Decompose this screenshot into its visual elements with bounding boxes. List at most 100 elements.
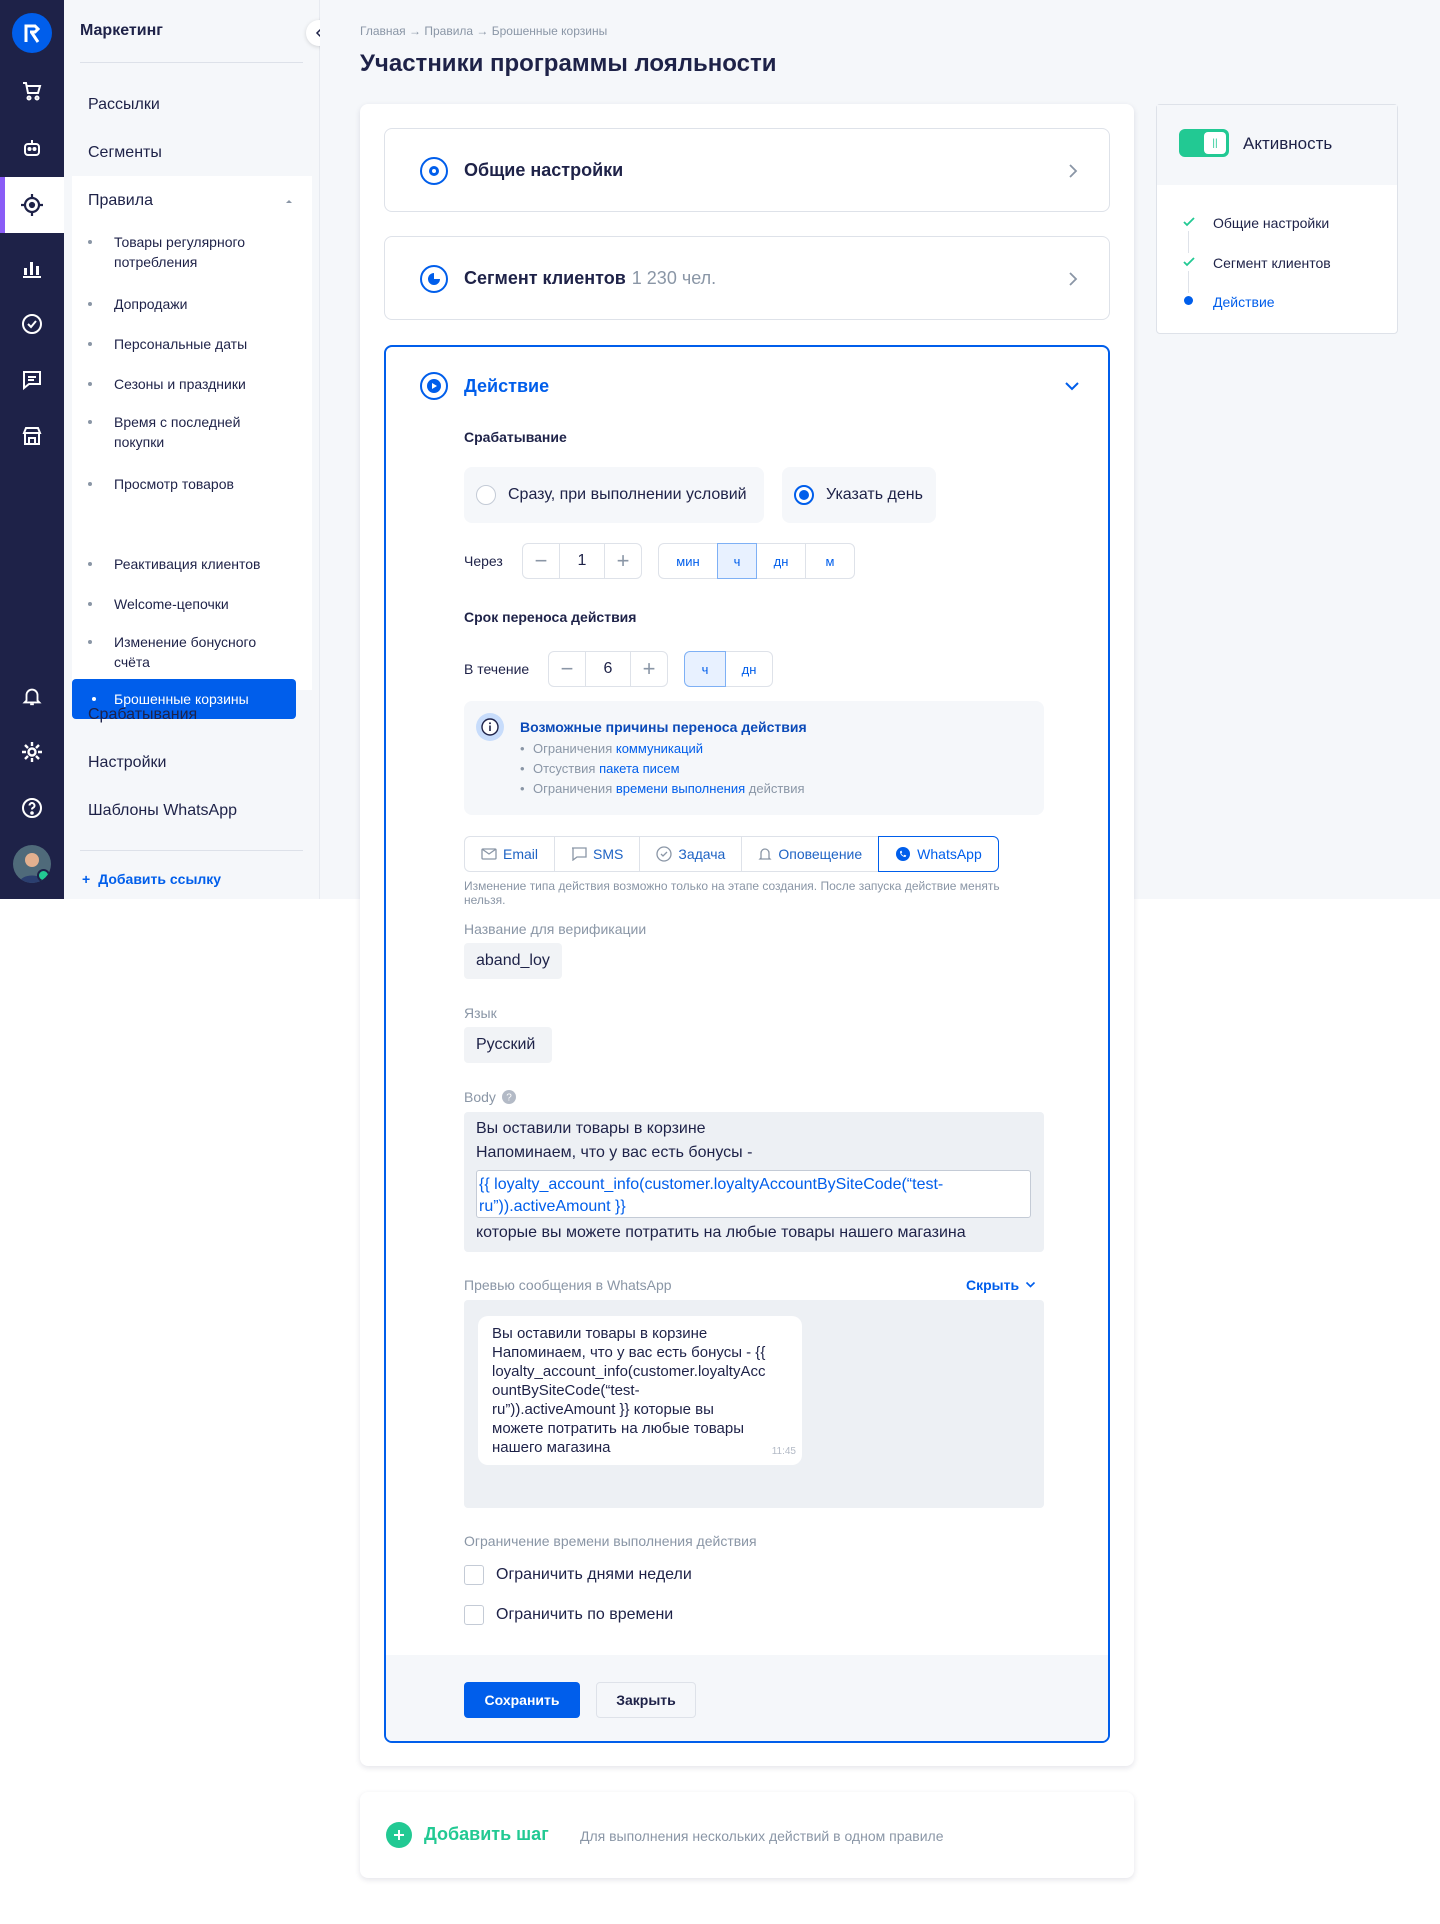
avatar[interactable] [13, 845, 51, 883]
unit-hour-selected[interactable]: ч [684, 651, 726, 687]
chart-icon[interactable] [0, 240, 64, 296]
whatsapp-icon [896, 847, 911, 861]
target-icon[interactable] [0, 177, 64, 233]
check-circle-icon[interactable] [0, 296, 64, 352]
pie-chart-icon [420, 265, 448, 293]
unit-day[interactable]: дн [725, 651, 773, 687]
help-icon[interactable] [0, 780, 64, 836]
nav-item-segments[interactable]: Сегменты [88, 144, 162, 162]
trigger-day-radio[interactable]: Указать день [782, 467, 936, 523]
limit-time-checkbox[interactable] [464, 1605, 484, 1625]
chevron-down-icon[interactable] [1064, 380, 1080, 392]
general-settings-section[interactable]: Общие настройки [384, 128, 1110, 212]
logo-icon[interactable] [12, 13, 52, 53]
sub-item-personal-dates[interactable]: Персональные даты [88, 334, 288, 354]
unit-hour-selected[interactable]: ч [717, 543, 757, 579]
sub-item-since-purchase[interactable]: Время с последней покупки [88, 412, 288, 452]
unit-month[interactable]: м [805, 543, 855, 579]
checkbox-label: Ограничить по времени [496, 1606, 674, 1623]
info-link[interactable]: времени выполнения [616, 781, 745, 796]
segment-count: 1 230 чел. [631, 268, 717, 288]
tab-whatsapp-selected[interactable]: WhatsApp [878, 836, 999, 872]
nav-item-mailings[interactable]: Рассылки [88, 96, 160, 114]
sub-item-bonus-change[interactable]: Изменение бонусного счёта [88, 632, 288, 672]
save-button[interactable]: Сохранить [464, 1682, 580, 1718]
tab-notification[interactable]: Оповещение [741, 836, 880, 872]
activity-panel: || Активность Общие настройки Сегмент кл… [1156, 104, 1398, 334]
help-icon[interactable]: ? [501, 1090, 516, 1104]
info-link[interactable]: пакета писем [599, 761, 680, 776]
add-link-button[interactable]: + Добавить ссылку [82, 871, 221, 887]
body-line: которые вы можете потратить на любые тов… [476, 1224, 966, 1241]
cart-icon[interactable] [0, 63, 64, 119]
tab-label: SMS [593, 846, 624, 862]
body-label: Body? [464, 1089, 516, 1105]
message-line: можете потратить на любые товары [492, 1420, 745, 1437]
info-link[interactable]: коммуникаций [616, 741, 703, 756]
nav-item-settings[interactable]: Настройки [88, 754, 166, 772]
chat-icon[interactable] [0, 352, 64, 408]
sub-item-seasons[interactable]: Сезоны и праздники [88, 374, 288, 394]
close-button[interactable]: Закрыть [596, 1682, 696, 1718]
plus-button[interactable]: + [605, 544, 641, 578]
trigger-immediate-radio[interactable]: Сразу, при выполнении условий [464, 467, 764, 523]
plus-button[interactable]: + [631, 652, 667, 686]
limit-label: Ограничение времени выполнения действия [464, 1533, 757, 1549]
radio-dot-selected [794, 485, 814, 505]
add-link-label: Добавить ссылку [98, 871, 222, 887]
template-line: ru”)).activeAmount }} [479, 1198, 626, 1215]
within-label: В течение [464, 661, 530, 677]
radio-label: Указать день [826, 486, 923, 503]
step-action-current[interactable]: Действие [1213, 294, 1275, 310]
limit-weekdays-checkbox[interactable] [464, 1565, 484, 1585]
sub-item-product-views[interactable]: Просмотр товаров [88, 474, 288, 494]
step-segment[interactable]: Сегмент клиентов [1213, 255, 1331, 271]
template-variable-field[interactable]: {{ loyalty_account_info(customer.loyalty… [476, 1170, 1031, 1218]
transfer-value[interactable]: 6 [585, 652, 631, 686]
section-title[interactable]: Действие [464, 376, 549, 397]
gear-icon[interactable] [0, 724, 64, 780]
transfer-label: Срок переноса действия [464, 609, 637, 625]
task-icon [656, 846, 673, 862]
unit-min[interactable]: мин [658, 543, 718, 579]
sub-item-reactivation[interactable]: Реактивация клиентов [88, 554, 288, 574]
sub-item-regular[interactable]: Товары регулярного потребления [88, 232, 288, 272]
bell-icon[interactable] [0, 668, 64, 724]
after-stepper[interactable]: − 1 + [522, 543, 642, 579]
transfer-stepper[interactable]: − 6 + [548, 651, 668, 687]
transfer-unit-selector: ч дн [684, 651, 773, 687]
bot-icon[interactable] [0, 120, 64, 176]
minus-button[interactable]: − [549, 652, 585, 686]
message-line: ru”)).activeAmount }} которые вы [492, 1401, 714, 1418]
lang-field[interactable]: Русский [464, 1027, 552, 1063]
nav-item-rules[interactable]: Правила [88, 192, 153, 210]
body-editor[interactable]: Вы оставили товары в корзине Напоминаем,… [464, 1112, 1044, 1252]
sub-item-welcome[interactable]: Welcome-цепочки [88, 594, 288, 614]
breadcrumb[interactable]: Главная → Правила → Брошенные корзины [360, 24, 607, 38]
info-item: Ограничения времени выполнения действия [520, 781, 805, 796]
add-step-hint: Для выполнения нескольких действий в одн… [580, 1828, 944, 1844]
tab-task[interactable]: Задача [639, 836, 743, 872]
step-general[interactable]: Общие настройки [1213, 215, 1329, 231]
nav-item-whatsapp-templates[interactable]: Шаблоны WhatsApp [88, 802, 237, 820]
unit-day[interactable]: дн [756, 543, 806, 579]
activity-toggle[interactable]: || [1179, 129, 1229, 157]
tab-email[interactable]: Email [464, 836, 556, 872]
message-line: нашего магазина [492, 1439, 611, 1456]
sub-item-upsell[interactable]: Допродажи [88, 294, 288, 314]
tab-sms[interactable]: SMS [554, 836, 641, 872]
verify-name-field[interactable]: aband_loy [464, 943, 562, 979]
channel-note: Изменение типа действия возможно только … [464, 879, 1000, 907]
chevron-right-icon [1069, 164, 1078, 178]
store-icon[interactable] [0, 408, 64, 464]
nav-item-triggers[interactable]: Срабатывания [88, 706, 197, 724]
minus-button[interactable]: − [523, 544, 559, 578]
after-value[interactable]: 1 [559, 544, 605, 578]
hide-preview-button[interactable]: Скрыть [966, 1277, 1036, 1293]
divider [80, 850, 303, 851]
chevron-up-icon[interactable] [284, 196, 294, 206]
icon-rail [0, 0, 64, 899]
section-title: Общие настройки [464, 160, 624, 180]
segment-section[interactable]: Сегмент клиентов 1 230 чел. [384, 236, 1110, 320]
add-step-card[interactable]: Добавить шаг Для выполнения нескольких д… [360, 1792, 1134, 1878]
